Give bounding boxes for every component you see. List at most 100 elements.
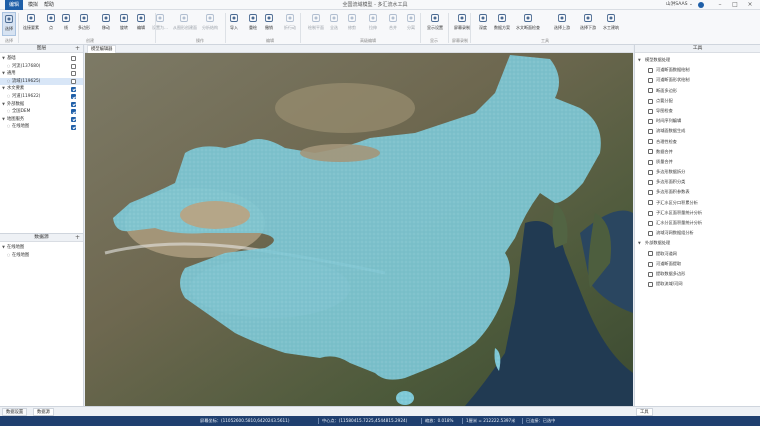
ribbon-button-3[interactable]: 线: [60, 12, 72, 36]
expand-arrow-icon[interactable]: ▼: [1, 70, 6, 78]
tree-group[interactable]: ▼ 水文要素: [0, 85, 83, 93]
ribbon-button-4[interactable]: 多边形: [76, 12, 92, 36]
tool-item[interactable]: 质量合并: [635, 157, 760, 167]
visibility-checkbox[interactable]: [71, 86, 76, 92]
tool-icon: [648, 159, 653, 165]
ribbon-button-2[interactable]: 点: [45, 12, 57, 36]
tree-item[interactable]: ◌ 流域(119625): [0, 77, 83, 86]
tool-group[interactable]: ▼ 模型数据处理: [635, 55, 760, 65]
tool-item[interactable]: 流域面数据生成: [635, 126, 760, 136]
satellite-map[interactable]: [85, 53, 633, 406]
ribbon-button-14[interactable]: 折行动: [281, 12, 299, 36]
tree-item[interactable]: ◌ 河流(137680): [0, 63, 83, 71]
menu-tab-help[interactable]: 帮助: [42, 0, 56, 10]
tree-group[interactable]: ▼ 外部数据: [0, 101, 83, 109]
visibility-checkbox[interactable]: [71, 117, 76, 123]
tool-item[interactable]: 河道断面数据绘制: [635, 65, 760, 75]
user-menu[interactable]: 山洪SAAS ⌄: [666, 0, 693, 10]
tool-item[interactable]: 提取河道网: [635, 249, 760, 259]
visibility-checkbox[interactable]: [71, 101, 76, 107]
tool-item[interactable]: 提取数据多边形: [635, 269, 760, 279]
visibility-checkbox[interactable]: [71, 94, 76, 100]
tree-group[interactable]: ▼ 地图服务: [0, 116, 83, 124]
ribbon-button-26[interactable]: 选择上游: [551, 12, 573, 36]
tool-item[interactable]: 数据合并: [635, 147, 760, 157]
ribbon-button-8[interactable]: 设置为…: [151, 12, 169, 36]
tree-group[interactable]: ▼ 在线地图: [0, 244, 83, 252]
ribbon-button-16[interactable]: 全选: [327, 12, 341, 36]
expand-arrow-icon[interactable]: ▼: [638, 238, 641, 248]
expand-arrow-icon[interactable]: ▼: [1, 55, 6, 63]
maximize-icon[interactable]: □: [729, 0, 741, 10]
tab-data-source[interactable]: 数据源: [33, 408, 54, 416]
tool-item[interactable]: 多边形面积参数表: [635, 187, 760, 197]
tool-item[interactable]: 子汇水区面积量统计分析: [635, 208, 760, 218]
ribbon-button-5[interactable]: 移动: [98, 12, 114, 36]
tool-group[interactable]: ▼ 外部数据处理: [635, 238, 760, 248]
ribbon-button-21[interactable]: 显示设置: [424, 12, 446, 36]
tool-item[interactable]: 断面多边形: [635, 86, 760, 96]
visibility-checkbox[interactable]: [71, 63, 76, 69]
ribbon-button-20[interactable]: 分离: [404, 12, 418, 36]
tool-item[interactable]: 河道断面提取: [635, 259, 760, 269]
tab-tools[interactable]: 工具: [636, 408, 653, 416]
expand-arrow-icon[interactable]: ▼: [638, 55, 641, 65]
ribbon-button-17[interactable]: 修剪: [345, 12, 359, 36]
tab-data-settings[interactable]: 数据设置: [2, 408, 28, 416]
tool-item[interactable]: 流域河网数据组分析: [635, 228, 760, 238]
tool-item[interactable]: 多边形面积分类: [635, 177, 760, 187]
tool-item[interactable]: 汇水分区面积量统计分析: [635, 218, 760, 228]
ribbon-button-19[interactable]: 合并: [386, 12, 400, 36]
visibility-checkbox[interactable]: [71, 71, 76, 77]
ribbon-button-18[interactable]: 拉伸: [365, 12, 381, 36]
ribbon-button-25[interactable]: 水文断面检查: [516, 12, 540, 36]
tree-group[interactable]: ▼ 通用: [0, 70, 83, 78]
visibility-checkbox[interactable]: [71, 124, 76, 130]
tree-group[interactable]: ▼ 基础: [0, 55, 83, 63]
visibility-checkbox[interactable]: [71, 109, 76, 115]
expand-arrow-icon[interactable]: ▼: [1, 85, 6, 93]
tree-item[interactable]: ◌ 在线地图: [0, 123, 83, 131]
tree-item[interactable]: ◌ 在线地图: [0, 252, 83, 260]
tree-item[interactable]: ◌ 全国DEM: [0, 108, 83, 116]
ribbon-button-27[interactable]: 选择下游: [578, 12, 598, 36]
expand-arrow-icon[interactable]: ▼: [1, 244, 6, 252]
close-icon[interactable]: ×: [744, 0, 756, 10]
ribbon-group-label: 屏幕录制: [452, 38, 468, 43]
tool-item[interactable]: 提取流域/河网: [635, 279, 760, 289]
ribbon-button-1[interactable]: 连接要素: [20, 12, 42, 36]
ribbon-button-12[interactable]: 重绘: [246, 12, 260, 36]
tree-item[interactable]: ◌ 河道(119622): [0, 93, 83, 101]
tool-item[interactable]: 点要分配: [635, 96, 760, 106]
ribbon-button-22[interactable]: 屏幕录制: [452, 12, 472, 36]
ribbon-button-28[interactable]: 水工建筑: [600, 12, 622, 36]
ribbon-button-9[interactable]: 从图形创建面: [173, 12, 197, 36]
tool-item[interactable]: 时间序列编辑: [635, 116, 760, 126]
ribbon-button-13[interactable]: 撤销: [262, 12, 276, 36]
menu-tab-edit[interactable]: 编辑: [5, 0, 23, 10]
add-source-icon[interactable]: +: [75, 234, 80, 242]
expand-arrow-icon[interactable]: ▼: [1, 101, 6, 109]
ribbon-button-6[interactable]: 旋转: [117, 12, 131, 36]
minimize-icon[interactable]: –: [714, 0, 726, 10]
ribbon-button-0[interactable]: 选择: [2, 12, 16, 36]
tool-item[interactable]: 合理性检查: [635, 137, 760, 147]
visibility-checkbox[interactable]: [71, 56, 76, 62]
visibility-checkbox[interactable]: [71, 79, 76, 85]
ribbon-button-15[interactable]: 绘制平面: [305, 12, 327, 36]
avatar[interactable]: [698, 2, 704, 8]
tool-item[interactable]: 多边形数据拆分: [635, 167, 760, 177]
tool-item[interactable]: 河道断面形状绘制: [635, 75, 760, 85]
menu-tab-data[interactable]: 模拟: [26, 0, 40, 10]
ribbon-button-23[interactable]: 深度: [476, 12, 490, 36]
ribbon-button-24[interactable]: 数据方案: [494, 12, 510, 36]
map-canvas[interactable]: [85, 53, 633, 406]
ribbon-button-10[interactable]: 分析结构: [198, 12, 222, 36]
tool-item[interactable]: 子汇水区分口积累分析: [635, 198, 760, 208]
add-layer-icon[interactable]: +: [75, 45, 80, 53]
expand-arrow-icon[interactable]: ▼: [1, 116, 6, 124]
tab-model-editor[interactable]: 模型编辑器: [87, 45, 117, 53]
tool-item[interactable]: 导图检查: [635, 106, 760, 116]
ribbon-button-11[interactable]: 导入: [227, 12, 241, 36]
ribbon-button-7[interactable]: 编辑: [134, 12, 148, 36]
